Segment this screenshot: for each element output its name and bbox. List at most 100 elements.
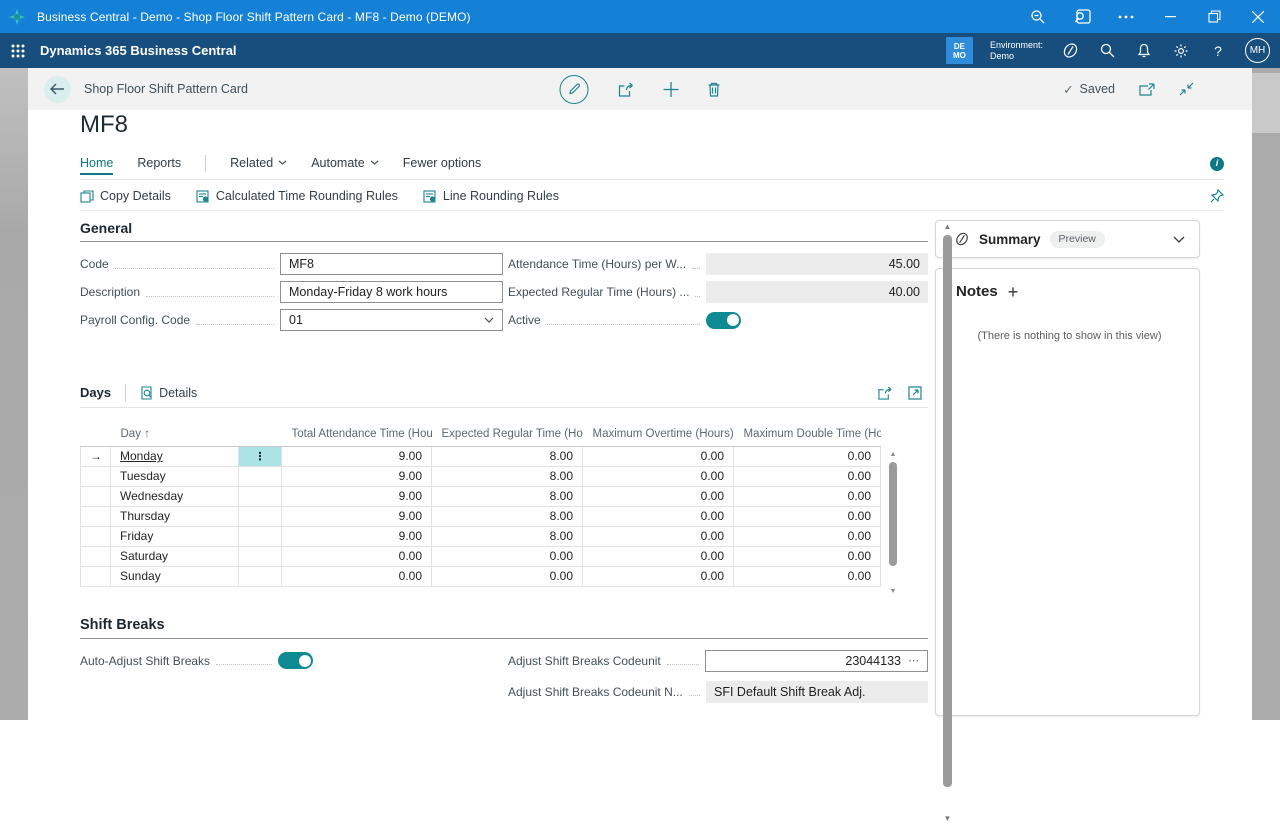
row-menu-cell[interactable]: ⋮ xyxy=(239,446,282,466)
more-icon[interactable] xyxy=(1104,0,1148,33)
day-cell[interactable]: Monday xyxy=(111,446,239,466)
search-icon[interactable] xyxy=(1097,43,1117,58)
table-row[interactable]: → Monday ⋮ 9.00 8.00 0.00 0.00 xyxy=(81,446,881,466)
scroll-down-icon[interactable]: ▼ xyxy=(940,812,955,825)
day-cell[interactable]: Wednesday xyxy=(111,486,239,506)
day-cell[interactable]: Saturday xyxy=(111,546,239,566)
table-row[interactable]: → Thursday ⋮ 9.00 8.00 0.00 0.00 xyxy=(81,506,881,526)
max-double-cell[interactable]: 0.00 xyxy=(734,526,881,546)
column-header-expected-regular[interactable]: Expected Regular Time (Hours) xyxy=(432,426,583,446)
expected-regular-cell[interactable]: 8.00 xyxy=(432,466,583,486)
calculated-time-rounding-rules-button[interactable]: Calculated Time Rounding Rules xyxy=(196,189,398,203)
total-attendance-cell[interactable]: 9.00 xyxy=(282,466,432,486)
max-overtime-cell[interactable]: 0.00 xyxy=(583,546,734,566)
day-cell[interactable]: Sunday xyxy=(111,566,239,586)
column-header-total-attendance[interactable]: Total Attendance Time (Hours) xyxy=(282,426,432,446)
active-toggle[interactable] xyxy=(706,312,741,329)
shift-breaks-section-heading[interactable]: Shift Breaks xyxy=(80,617,928,633)
environment-badge[interactable]: DE MO xyxy=(946,37,973,64)
max-overtime-cell[interactable]: 0.00 xyxy=(583,526,734,546)
scroll-up-icon[interactable]: ▲ xyxy=(940,220,955,233)
max-double-cell[interactable]: 0.00 xyxy=(734,466,881,486)
payroll-config-select[interactable]: 01 xyxy=(280,309,503,331)
minimize-icon[interactable] xyxy=(1148,0,1192,33)
main-scrollbar[interactable]: ▲ ▼ xyxy=(940,220,955,825)
gear-icon[interactable] xyxy=(1171,43,1191,59)
row-menu-cell[interactable]: ⋮ xyxy=(239,486,282,506)
expected-regular-cell[interactable]: 0.00 xyxy=(432,546,583,566)
delete-icon[interactable] xyxy=(708,82,721,97)
copilot-icon[interactable] xyxy=(1060,42,1080,59)
summary-card[interactable]: Summary Preview xyxy=(935,220,1200,258)
max-double-cell[interactable]: 0.00 xyxy=(734,486,881,506)
waffle-icon[interactable] xyxy=(0,33,36,68)
expected-regular-cell[interactable]: 8.00 xyxy=(432,526,583,546)
general-section-heading[interactable]: General xyxy=(80,220,928,236)
left-scrollbar-gutter[interactable] xyxy=(0,68,28,720)
table-row[interactable]: → Friday ⋮ 9.00 8.00 0.00 0.00 xyxy=(81,526,881,546)
max-overtime-cell[interactable]: 0.00 xyxy=(583,486,734,506)
table-scrollbar-thumb[interactable] xyxy=(889,462,897,566)
zoom-search-icon[interactable] xyxy=(1016,0,1060,33)
tab-reports[interactable]: Reports xyxy=(137,156,181,176)
pin-icon[interactable] xyxy=(1210,189,1224,203)
total-attendance-cell[interactable]: 0.00 xyxy=(282,546,432,566)
copy-details-button[interactable]: Copy Details xyxy=(80,189,171,203)
browser-scrollbar[interactable] xyxy=(1252,68,1280,720)
expected-regular-cell[interactable]: 8.00 xyxy=(432,506,583,526)
collapse-icon[interactable] xyxy=(1179,82,1194,96)
max-double-cell[interactable]: 0.00 xyxy=(734,546,881,566)
main-scrollbar-thumb[interactable] xyxy=(943,235,952,787)
row-menu-cell[interactable]: ⋮ xyxy=(239,546,282,566)
total-attendance-cell[interactable]: 9.00 xyxy=(282,526,432,546)
back-button[interactable] xyxy=(44,76,71,103)
codeunit-field[interactable]: 23044133 ⋯ xyxy=(705,650,928,672)
tab-home[interactable]: Home xyxy=(80,156,113,176)
help-icon[interactable]: ? xyxy=(1208,43,1228,59)
tab-fewer-options[interactable]: Fewer options xyxy=(403,156,482,176)
table-scrollbar[interactable]: ▲ ▼ xyxy=(886,448,900,597)
bell-icon[interactable] xyxy=(1134,43,1154,58)
column-header-day[interactable]: Day ↑ xyxy=(111,426,239,446)
day-cell[interactable]: Thursday xyxy=(111,506,239,526)
open-in-new-window-icon[interactable] xyxy=(1139,83,1155,96)
share-icon[interactable] xyxy=(618,82,635,97)
max-double-cell[interactable]: 0.00 xyxy=(734,506,881,526)
scroll-up-icon[interactable]: ▲ xyxy=(886,448,900,460)
day-cell[interactable]: Tuesday xyxy=(111,466,239,486)
assist-edit-icon[interactable]: ⋯ xyxy=(908,654,919,667)
total-attendance-cell[interactable]: 0.00 xyxy=(282,566,432,586)
table-row[interactable]: → Saturday ⋮ 0.00 0.00 0.00 0.00 xyxy=(81,546,881,566)
max-double-cell[interactable]: 0.00 xyxy=(734,566,881,586)
code-field[interactable]: MF8 xyxy=(280,253,503,275)
tab-search-icon[interactable] xyxy=(1060,0,1104,33)
scroll-down-icon[interactable]: ▼ xyxy=(886,585,900,597)
max-overtime-cell[interactable]: 0.00 xyxy=(583,446,734,466)
tab-related[interactable]: Related xyxy=(230,156,287,176)
page-caption[interactable]: Shop Floor Shift Pattern Card xyxy=(84,82,248,96)
total-attendance-cell[interactable]: 9.00 xyxy=(282,486,432,506)
chevron-down-icon[interactable] xyxy=(1173,236,1185,243)
restore-icon[interactable] xyxy=(1192,0,1236,33)
info-icon[interactable]: i xyxy=(1210,157,1224,171)
max-overtime-cell[interactable]: 0.00 xyxy=(583,466,734,486)
max-overtime-cell[interactable]: 0.00 xyxy=(583,506,734,526)
brand-title[interactable]: Dynamics 365 Business Central xyxy=(40,43,237,58)
days-heading[interactable]: Days xyxy=(80,385,111,400)
row-menu-cell[interactable]: ⋮ xyxy=(239,566,282,586)
total-attendance-cell[interactable]: 9.00 xyxy=(282,446,432,466)
max-double-cell[interactable]: 0.00 xyxy=(734,446,881,466)
total-attendance-cell[interactable]: 9.00 xyxy=(282,506,432,526)
expected-regular-cell[interactable]: 0.00 xyxy=(432,566,583,586)
add-icon[interactable] xyxy=(664,82,679,97)
auto-adjust-toggle[interactable] xyxy=(278,652,313,669)
table-row[interactable]: → Wednesday ⋮ 9.00 8.00 0.00 0.00 xyxy=(81,486,881,506)
close-icon[interactable] xyxy=(1236,0,1280,33)
column-header-max-double[interactable]: Maximum Double Time (Hours) xyxy=(734,426,881,446)
focus-mode-icon[interactable] xyxy=(908,386,922,400)
expected-regular-cell[interactable]: 8.00 xyxy=(432,486,583,506)
details-button[interactable]: Details xyxy=(140,386,197,400)
row-menu-cell[interactable]: ⋮ xyxy=(239,466,282,486)
tab-automate[interactable]: Automate xyxy=(311,156,379,176)
table-row[interactable]: → Tuesday ⋮ 9.00 8.00 0.00 0.00 xyxy=(81,466,881,486)
